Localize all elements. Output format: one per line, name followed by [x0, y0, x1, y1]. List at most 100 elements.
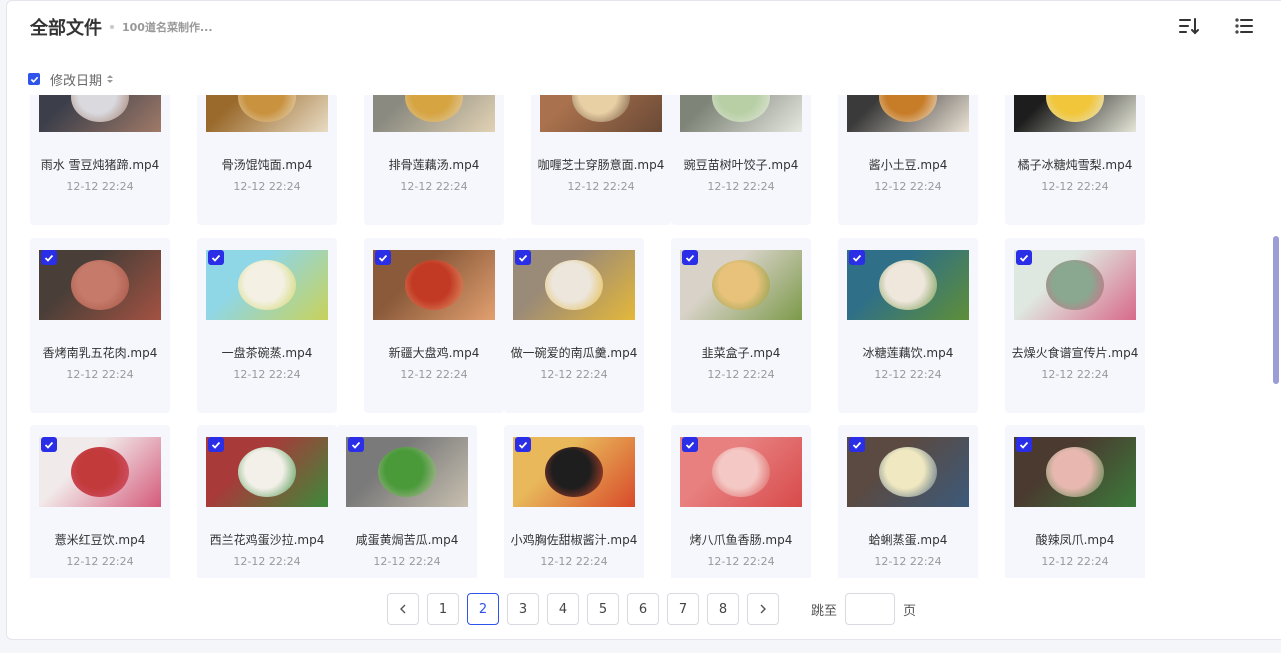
file-card[interactable]: 酱小土豆.mp4 12-12 22:24	[838, 95, 978, 225]
file-date: 12-12 22:24	[233, 368, 301, 381]
file-checkbox[interactable]	[682, 250, 698, 265]
file-card[interactable]: 雨水 雪豆炖猪蹄.mp4 12-12 22:24	[30, 95, 170, 225]
jump-page-input[interactable]	[845, 593, 896, 625]
file-card[interactable]: 橘子冰糖炖雪梨.mp4 12-12 22:24	[1005, 95, 1145, 225]
page-title[interactable]: 全部文件	[30, 14, 102, 40]
prev-page-button[interactable]	[387, 593, 419, 625]
file-date: 12-12 22:24	[233, 180, 301, 193]
file-checkbox[interactable]	[41, 250, 57, 265]
page-button[interactable]: 1	[427, 593, 459, 625]
sort-by-modified-date[interactable]: 修改日期	[50, 70, 102, 89]
file-checkbox[interactable]	[375, 250, 391, 265]
file-date: 12-12 22:24	[874, 180, 942, 193]
file-checkbox[interactable]	[1016, 437, 1032, 452]
video-thumbnail	[39, 250, 161, 320]
file-name: 骨汤馄饨面.mp4	[221, 158, 313, 172]
check-icon	[1019, 254, 1029, 262]
file-date: 12-12 22:24	[66, 368, 134, 381]
file-date: 12-12 22:24	[1041, 180, 1109, 193]
page-button[interactable]: 3	[507, 593, 539, 625]
file-card[interactable]: 西兰花鸡蛋沙拉.mp4 12-12 22:24	[197, 425, 337, 578]
file-name: 酸辣凤爪.mp4	[1035, 533, 1115, 547]
file-card[interactable]: 韭菜盒子.mp4 12-12 22:24	[671, 238, 811, 413]
file-checkbox[interactable]	[348, 437, 364, 452]
file-name: 冰糖莲藕饮.mp4	[862, 346, 954, 360]
file-name: 蛤蜊蒸蛋.mp4	[868, 533, 948, 547]
video-thumbnail	[39, 95, 161, 132]
next-page-button[interactable]	[747, 593, 779, 625]
file-date: 12-12 22:24	[1041, 555, 1109, 568]
file-name: 咖喱芝士穿肠意面.mp4	[537, 158, 665, 172]
breadcrumb-folder[interactable]: 100道名菜制作...	[122, 19, 213, 35]
video-thumbnail	[1014, 250, 1136, 320]
file-card[interactable]: 一盘茶碗蒸.mp4 12-12 22:24	[197, 238, 337, 413]
file-checkbox[interactable]	[41, 437, 57, 452]
select-all-checkbox[interactable]	[28, 73, 40, 85]
list-view-icon[interactable]	[1232, 14, 1256, 38]
file-name: 豌豆苗树叶饺子.mp4	[683, 158, 799, 172]
page-button[interactable]: 6	[627, 593, 659, 625]
page-button[interactable]: 5	[587, 593, 619, 625]
file-card[interactable]: 骨汤馄饨面.mp4 12-12 22:24	[197, 95, 337, 225]
file-date: 12-12 22:24	[874, 555, 942, 568]
jump-to-label: 跳至	[811, 603, 838, 619]
video-thumbnail	[206, 437, 328, 507]
video-thumbnail	[847, 437, 969, 507]
vertical-scrollbar[interactable]	[1273, 236, 1279, 384]
file-card[interactable]: 薏米红豆饮.mp4 12-12 22:24	[30, 425, 170, 578]
file-card[interactable]: 咖喱芝士穿肠意面.mp4 12-12 22:24	[531, 95, 671, 225]
file-card[interactable]: 冰糖莲藕饮.mp4 12-12 22:24	[838, 238, 978, 413]
video-thumbnail	[1014, 95, 1136, 132]
page-button[interactable]: 8	[707, 593, 739, 625]
file-card[interactable]: 蛤蜊蒸蛋.mp4 12-12 22:24	[838, 425, 978, 578]
video-thumbnail	[680, 95, 802, 132]
file-date: 12-12 22:24	[400, 368, 468, 381]
file-card[interactable]: 烤八爪鱼香肠.mp4 12-12 22:24	[671, 425, 811, 578]
page-button[interactable]: 4	[547, 593, 579, 625]
file-date: 12-12 22:24	[707, 555, 775, 568]
file-checkbox[interactable]	[515, 437, 531, 452]
file-checkbox[interactable]	[682, 437, 698, 452]
file-checkbox[interactable]	[849, 437, 865, 452]
breadcrumb-separator	[110, 25, 114, 29]
file-checkbox[interactable]	[208, 250, 224, 265]
check-icon	[44, 254, 54, 262]
file-checkbox[interactable]	[849, 250, 865, 265]
file-card[interactable]: 香烤南乳五花肉.mp4 12-12 22:24	[30, 238, 170, 413]
sort-order-icon[interactable]	[1176, 14, 1200, 38]
file-checkbox[interactable]	[1016, 250, 1032, 265]
file-card[interactable]: 去燥火食谱宣传片.mp4 12-12 22:24	[1005, 238, 1145, 413]
file-card[interactable]: 排骨莲藕汤.mp4 12-12 22:24	[364, 95, 504, 225]
file-checkbox[interactable]	[208, 437, 224, 452]
file-date: 12-12 22:24	[233, 555, 301, 568]
file-card[interactable]: 做一碗爱的南瓜羹.mp4 12-12 22:24	[504, 238, 644, 413]
file-card[interactable]: 咸蛋黄焗苦瓜.mp4 12-12 22:24	[337, 425, 477, 578]
check-icon	[351, 441, 361, 449]
sort-caret-icon[interactable]	[106, 74, 114, 84]
video-thumbnail	[680, 250, 802, 320]
video-thumbnail	[513, 437, 635, 507]
file-checkbox[interactable]	[515, 250, 531, 265]
file-name: 西兰花鸡蛋沙拉.mp4	[209, 533, 325, 547]
check-icon	[852, 254, 862, 262]
file-card[interactable]: 酸辣凤爪.mp4 12-12 22:24	[1005, 425, 1145, 578]
file-grid: 雨水 雪豆炖猪蹄.mp4 12-12 22:24 骨汤馄饨面.mp4 12-12 22…	[0, 95, 1281, 578]
check-icon	[518, 254, 528, 262]
file-name: 韭菜盒子.mp4	[701, 346, 781, 360]
file-name: 做一碗爱的南瓜羹.mp4	[510, 346, 638, 360]
page-button[interactable]: 2	[467, 593, 499, 625]
file-date: 12-12 22:24	[874, 368, 942, 381]
file-card[interactable]: 豌豆苗树叶饺子.mp4 12-12 22:24	[671, 95, 811, 225]
file-card[interactable]: 小鸡胸佐甜椒酱汁.mp4 12-12 22:24	[504, 425, 644, 578]
check-icon	[44, 441, 54, 449]
file-date: 12-12 22:24	[66, 555, 134, 568]
video-thumbnail	[373, 95, 495, 132]
file-card[interactable]: 新疆大盘鸡.mp4 12-12 22:24	[364, 238, 504, 413]
check-icon	[518, 441, 528, 449]
file-date: 12-12 22:24	[540, 368, 608, 381]
page-list: 12345678	[427, 593, 747, 625]
video-thumbnail	[373, 250, 495, 320]
check-icon	[685, 254, 695, 262]
page-button[interactable]: 7	[667, 593, 699, 625]
file-date: 12-12 22:24	[707, 180, 775, 193]
